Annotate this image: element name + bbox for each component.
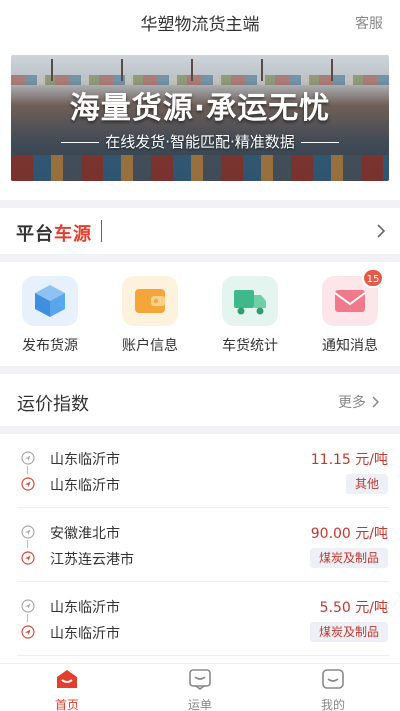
divider (17, 655, 389, 656)
tab-label: 首页 (54, 698, 79, 711)
quick-action-label: 发布货源 (22, 338, 78, 354)
divider (101, 220, 102, 242)
route-origin-row: 安徽淮北市 90.00 元/吨 (0, 520, 400, 546)
route-origin: 山东临沂市 (50, 452, 120, 468)
quick-action-notifications[interactable]: 15 通知消息 (310, 268, 390, 355)
platform-logo-part2: 车源 (54, 224, 92, 245)
more-label: 更多 (338, 395, 366, 411)
route-price: 5.50 元/吨 (319, 600, 388, 616)
route-destination: 山东临沂市 (50, 478, 120, 494)
route-origin: 山东临沂市 (50, 600, 120, 616)
cube-icon (22, 276, 78, 326)
destination-pin-icon (21, 477, 35, 491)
origin-pin-icon (21, 599, 35, 613)
banner-carousel[interactable]: 海量货源·承运无忧 在线发货·智能匹配·精准数据 (11, 55, 389, 181)
decor-line (61, 142, 100, 143)
route-item[interactable]: 山东临沂市 11.15 元/吨 山东临沂市 其他 (0, 434, 400, 508)
mail-icon: 15 (322, 268, 384, 326)
freight-index-title: 运价指数 (17, 394, 89, 415)
route-destination-row: 江苏连云港市 煤炭及制品 (0, 546, 400, 572)
cargo-type-tag: 其他 (345, 474, 388, 494)
quick-actions: 发布货源 账户信息 车货统计 15 通知消息 (0, 262, 400, 366)
wallet-icon (122, 276, 178, 326)
freight-route-list: 山东临沂市 11.15 元/吨 山东临沂市 其他 安徽淮北市 90.00 元/吨… (0, 434, 400, 664)
platform-logo: 平台车源 (16, 220, 92, 246)
tab-label: 运单 (187, 698, 212, 711)
quick-action-label: 账户信息 (122, 338, 178, 354)
crane-shape (51, 59, 53, 81)
app-header: 华塑物流货主端 客服 (0, 0, 400, 42)
crane-shape (121, 59, 123, 81)
quick-action-publish[interactable]: 发布货源 (10, 276, 90, 355)
route-origin-row: 山东临沂市 11.15 元/吨 (0, 446, 400, 472)
cargo-type-tag: 煤炭及制品 (309, 622, 388, 642)
customer-service-button[interactable]: 客服 (355, 13, 383, 33)
notification-badge: 15 (362, 268, 384, 288)
tab-home[interactable]: 首页 (27, 668, 107, 711)
route-destination-row: 山东临沂市 煤炭及制品 (0, 620, 400, 646)
route-price: 11.15 元/吨 (310, 452, 388, 468)
waybill-icon (189, 669, 211, 690)
tab-label: 我的 (320, 698, 345, 711)
tab-mine[interactable]: 我的 (293, 668, 373, 711)
route-price: 90.00 元/吨 (310, 526, 388, 542)
route-destination: 江苏连云港市 (50, 552, 134, 568)
truck-icon (222, 276, 278, 326)
bottom-tab-bar: 首页 运单 我的 (0, 663, 400, 711)
page-title: 华塑物流货主端 (140, 15, 260, 35)
banner-subline-wrap: 在线发货·智能匹配·精准数据 (11, 131, 389, 152)
crane-shape (261, 59, 263, 81)
chevron-right-icon (372, 396, 380, 408)
cargo-type-tag: 煤炭及制品 (309, 548, 388, 568)
platform-logo-part1: 平台 (16, 224, 54, 245)
origin-pin-icon (21, 451, 35, 465)
tab-waybill[interactable]: 运单 (160, 668, 240, 711)
chevron-right-icon (377, 224, 386, 238)
destination-pin-icon (21, 625, 35, 639)
home-icon (57, 670, 77, 688)
route-destination-row: 山东临沂市 其他 (0, 472, 400, 498)
user-icon (322, 669, 344, 689)
banner-container-strip (11, 155, 389, 181)
more-button[interactable]: 更多 (338, 392, 380, 412)
quick-action-stats[interactable]: 车货统计 (210, 276, 290, 355)
quick-action-account[interactable]: 账户信息 (110, 276, 190, 355)
crane-shape (331, 59, 333, 81)
destination-pin-icon (21, 551, 35, 565)
route-origin-row: 山东临沂市 5.50 元/吨 (0, 594, 400, 620)
crane-shape (191, 59, 193, 81)
origin-pin-icon (21, 525, 35, 539)
decor-line (300, 142, 339, 143)
route-origin: 安徽淮北市 (50, 526, 120, 542)
banner-section: 海量货源·承运无忧 在线发货·智能匹配·精准数据 (0, 42, 400, 200)
quick-action-label: 车货统计 (222, 338, 278, 354)
quick-action-label: 通知消息 (322, 338, 378, 354)
banner-headline: 海量货源·承运无忧 (69, 91, 331, 126)
route-item[interactable]: 安徽淮北市 90.00 元/吨 江苏连云港市 煤炭及制品 (0, 508, 400, 582)
freight-index-header: 运价指数 更多 (0, 374, 400, 426)
route-item[interactable]: 山东临沂市 5.50 元/吨 山东临沂市 煤炭及制品 (0, 582, 400, 656)
route-destination: 山东临沂市 (50, 626, 120, 642)
banner-subline: 在线发货·智能匹配·精准数据 (105, 133, 295, 151)
platform-vehicle-source-row[interactable]: 平台车源 (0, 208, 400, 254)
